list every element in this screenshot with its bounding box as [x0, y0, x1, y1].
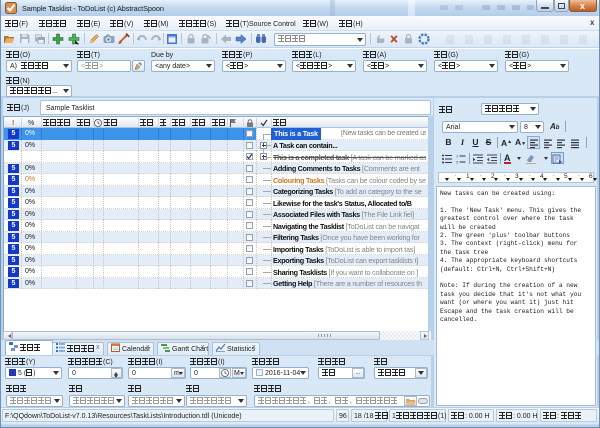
svg-text:1: 1: [456, 154, 459, 159]
svg-text:2: 2: [456, 160, 459, 165]
